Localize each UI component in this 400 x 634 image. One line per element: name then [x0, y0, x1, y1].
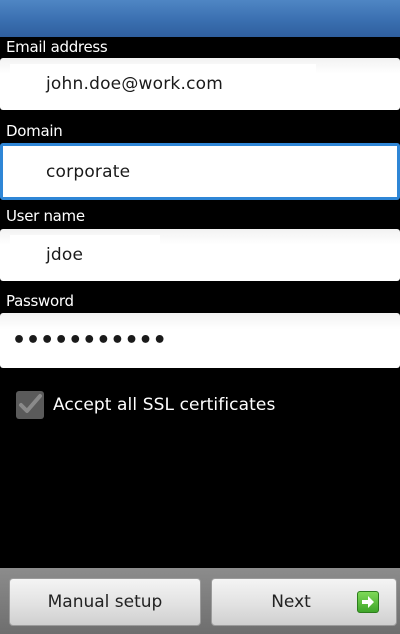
email-label: Email address — [6, 38, 108, 56]
ssl-checkbox-label: Accept all SSL certificates — [53, 395, 276, 415]
domain-field[interactable]: corporate — [0, 143, 400, 200]
ssl-checkbox[interactable] — [16, 391, 44, 419]
username-label: User name — [6, 207, 85, 225]
manual-setup-label: Manual setup — [47, 592, 163, 612]
password-field[interactable]: ••••••••••• — [0, 313, 400, 368]
title-bar — [0, 0, 400, 37]
domain-label: Domain — [6, 122, 63, 140]
username-value: jdoe — [46, 245, 84, 265]
password-label: Password — [6, 292, 74, 310]
checkmark-icon — [19, 394, 42, 413]
arrow-right-icon — [357, 591, 379, 613]
email-value: john.doe@work.com — [46, 74, 223, 94]
domain-field-highlight — [3, 146, 47, 197]
password-value: ••••••••••• — [12, 328, 167, 353]
email-field[interactable]: john.doe@work.com — [0, 58, 400, 110]
email-setup-screen: Email address john.doe@work.com Domain c… — [0, 0, 400, 634]
next-label: Next — [271, 592, 311, 612]
ssl-checkbox-row[interactable]: Accept all SSL certificates — [16, 388, 275, 422]
manual-setup-button[interactable]: Manual setup — [9, 578, 201, 626]
username-field-highlight — [10, 235, 160, 275]
domain-value: corporate — [46, 161, 131, 182]
username-field[interactable]: jdoe — [0, 229, 400, 281]
next-button[interactable]: Next — [211, 578, 397, 626]
bottom-action-bar: Manual setup Next — [0, 568, 400, 634]
